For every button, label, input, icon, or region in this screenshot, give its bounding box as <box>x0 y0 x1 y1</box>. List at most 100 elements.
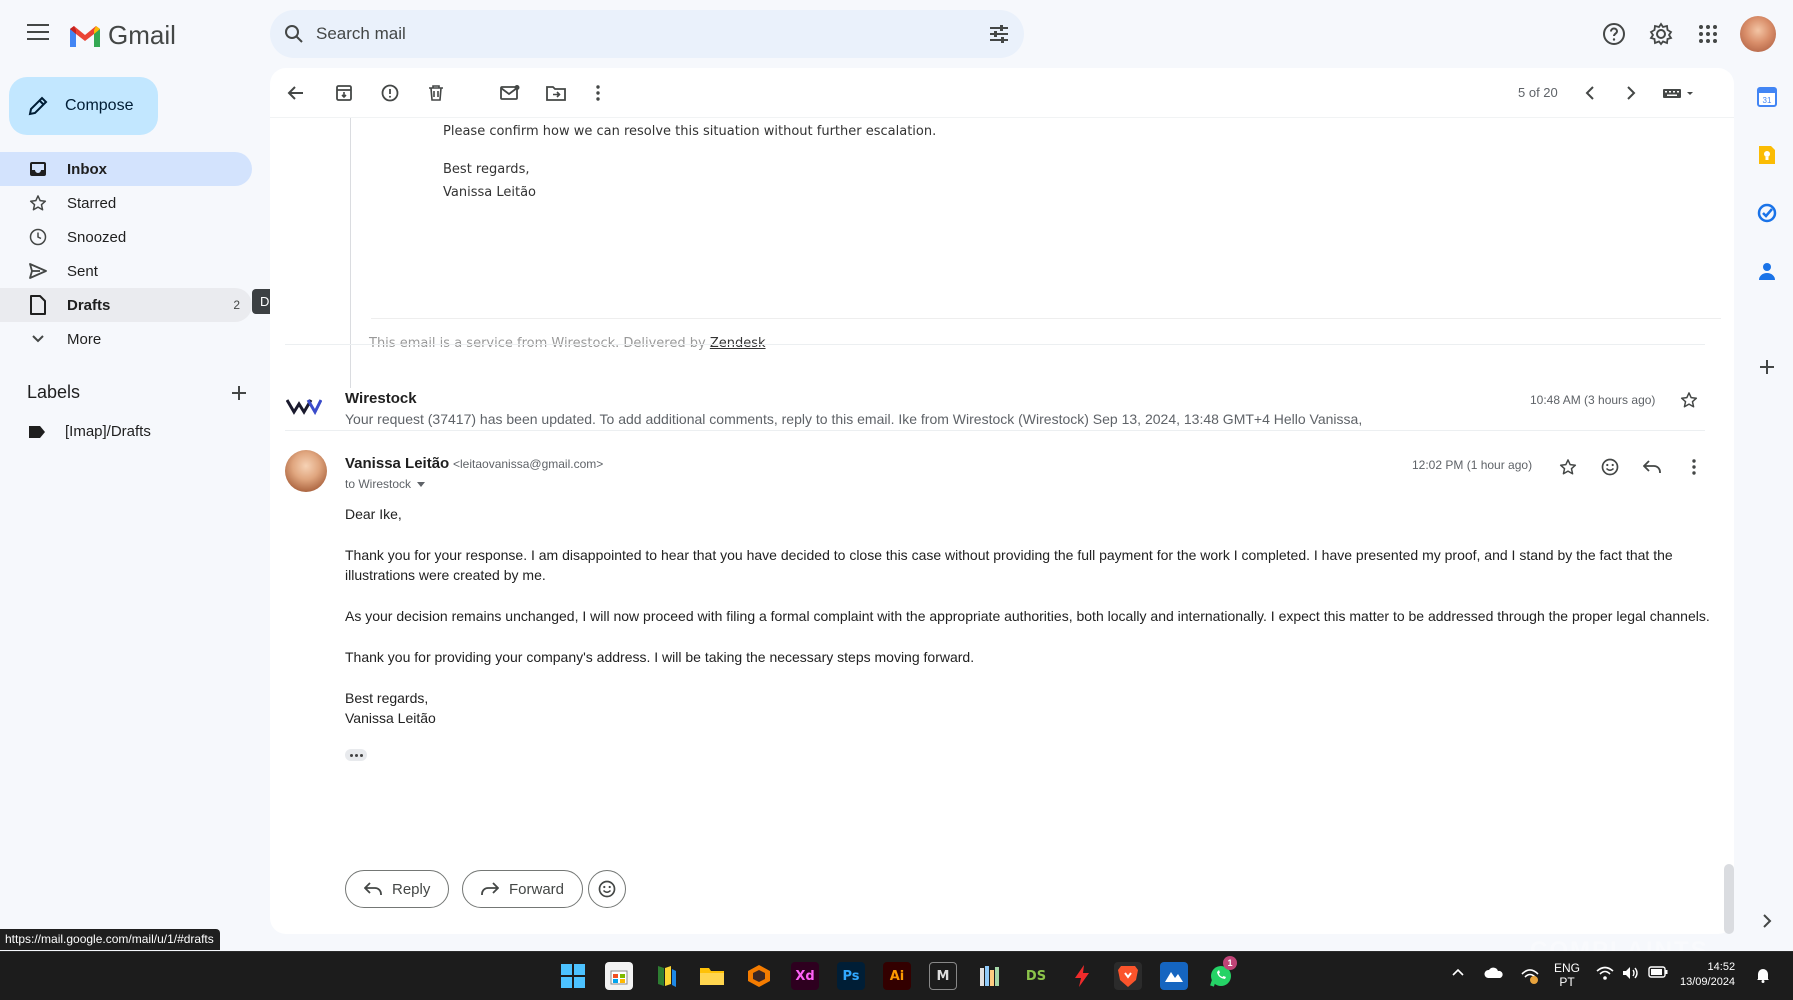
reply-button[interactable] <box>1637 452 1667 482</box>
arrow-left-icon <box>287 86 303 100</box>
store-app-button[interactable] <box>605 962 633 990</box>
network-warning-icon[interactable] <box>1520 966 1540 984</box>
sidebar-item-inbox[interactable]: Inbox <box>0 152 252 186</box>
body-paragraph-3: Thank you for providing your company's a… <box>345 649 975 665</box>
sidebar-item-sent[interactable]: Sent <box>0 254 252 288</box>
designer-app-button[interactable]: DS <box>1022 962 1050 990</box>
send-icon <box>28 261 48 281</box>
library-app-button[interactable] <box>976 962 1004 990</box>
add-reaction-button[interactable] <box>1595 452 1625 482</box>
keyboard-icon <box>1663 89 1693 98</box>
get-addons-button[interactable] <box>1754 354 1780 380</box>
system-clock[interactable]: 14:52 13/09/2024 <box>1680 960 1735 990</box>
chevron-right-icon <box>1763 914 1772 928</box>
more-vert-icon <box>596 85 600 101</box>
forward-button[interactable]: Forward <box>462 870 584 908</box>
contacts-app-button[interactable] <box>1754 258 1780 284</box>
compose-button[interactable]: Compose <box>9 77 158 135</box>
sidebar-item-drafts[interactable]: Drafts 2 <box>0 288 252 322</box>
emoji-icon <box>1601 458 1619 476</box>
reply-icon <box>364 882 382 895</box>
show-side-panel-button[interactable] <box>1754 908 1780 934</box>
sender-avatar[interactable] <box>285 450 327 492</box>
more-vert-icon <box>1692 459 1696 475</box>
wifi-icon[interactable] <box>1596 966 1614 980</box>
message-toolbar: 5 of 20 <box>270 68 1734 118</box>
keep-app-button[interactable] <box>1754 142 1780 168</box>
search-icon[interactable] <box>284 24 304 44</box>
collapsed-snippet: Your request (37417) has been updated. T… <box>345 411 1363 427</box>
tasks-icon <box>1757 203 1777 223</box>
back-button[interactable] <box>282 79 310 107</box>
search-input[interactable]: Search mail <box>316 24 988 44</box>
adobe-xd-button[interactable]: Xd <box>791 962 819 990</box>
books-app-button[interactable] <box>652 962 680 990</box>
search-options-icon[interactable] <box>988 24 1010 44</box>
search-bar[interactable]: Search mail <box>270 10 1024 58</box>
report-icon <box>381 84 399 102</box>
plus-icon[interactable] <box>231 385 247 401</box>
emoji-reaction-button[interactable] <box>588 870 626 908</box>
google-apps-button[interactable] <box>1690 16 1726 52</box>
show-trimmed-content-button[interactable] <box>345 749 367 761</box>
onedrive-cloud-icon[interactable] <box>1484 967 1504 979</box>
scrollbar-thumb[interactable] <box>1724 864 1734 934</box>
clock-date: 13/09/2024 <box>1680 976 1736 988</box>
sidebar-item-more[interactable]: More <box>0 322 252 356</box>
reply-all-button[interactable]: Reply <box>345 870 450 908</box>
label-tag-icon <box>29 425 45 438</box>
sidebar-item-starred[interactable]: Starred <box>0 186 252 220</box>
app-name: Gmail <box>108 20 176 50</box>
gmail-logo[interactable]: Gmail <box>68 20 176 51</box>
more-options-button[interactable] <box>584 79 612 107</box>
lightning-icon <box>1075 965 1089 987</box>
main-menu-button[interactable] <box>20 14 56 50</box>
tasks-app-button[interactable] <box>1754 200 1780 226</box>
sender-name[interactable]: Vanissa Leitão <box>345 455 449 472</box>
message-divider <box>285 430 1705 431</box>
star-icon <box>28 193 48 213</box>
account-avatar[interactable] <box>1740 16 1776 52</box>
photoshop-button[interactable]: Ps <box>837 962 865 990</box>
message-view: 5 of 20 Please confirm how we can resolv… <box>270 68 1734 934</box>
label-imap-drafts[interactable]: [Imap]/Drafts <box>28 423 151 440</box>
app-m-button[interactable]: M <box>929 962 957 990</box>
message-more-button[interactable] <box>1679 452 1709 482</box>
collapsed-time: 10:48 AM (3 hours ago) <box>1530 393 1656 407</box>
notification-bell-icon[interactable] <box>1756 967 1770 983</box>
reply-icon <box>1643 460 1661 473</box>
older-button[interactable] <box>1617 79 1645 107</box>
settings-button[interactable] <box>1643 16 1679 52</box>
mark-unread-button[interactable] <box>496 79 524 107</box>
collapsed-message[interactable]: Wirestock Your request (37417) has been … <box>270 360 1734 452</box>
recipients-toggle[interactable]: to Wirestock <box>345 477 426 491</box>
language-indicator[interactable]: ENG PT <box>1554 961 1580 989</box>
tray-chevron-up-icon[interactable] <box>1452 968 1464 976</box>
whatsapp-button[interactable]: 1 <box>1207 956 1237 990</box>
sidebar-item-label: Sent <box>67 262 98 280</box>
star-icon[interactable] <box>1680 391 1698 409</box>
label-name: [Imap]/Drafts <box>65 423 151 440</box>
newer-button[interactable] <box>1576 79 1604 107</box>
windows-taskbar: Xd Ps Ai M DS 1 ENG PT 14:52 13/09/2024 <box>0 951 1793 1000</box>
brave-browser-button[interactable] <box>1114 962 1142 990</box>
help-icon <box>1603 23 1625 45</box>
windows-start-button[interactable] <box>559 962 587 990</box>
input-tools-button[interactable] <box>1658 79 1698 107</box>
volume-icon[interactable] <box>1622 966 1640 980</box>
support-button[interactable] <box>1596 16 1632 52</box>
orange-app-button[interactable] <box>745 962 773 990</box>
delete-button[interactable] <box>422 79 450 107</box>
file-explorer-button[interactable] <box>698 962 726 990</box>
body-regards: Best regards, <box>345 690 429 706</box>
move-to-button[interactable] <box>542 79 570 107</box>
report-spam-button[interactable] <box>376 79 404 107</box>
sidebar-item-snoozed[interactable]: Snoozed <box>0 220 252 254</box>
illustrator-button[interactable]: Ai <box>883 962 911 990</box>
battery-icon[interactable] <box>1648 966 1668 978</box>
archive-button[interactable] <box>330 79 358 107</box>
star-button[interactable] <box>1553 452 1583 482</box>
blue-app-button[interactable] <box>1160 962 1188 990</box>
flash-app-button[interactable] <box>1068 962 1096 990</box>
calendar-app-button[interactable]: 31 <box>1754 84 1780 110</box>
